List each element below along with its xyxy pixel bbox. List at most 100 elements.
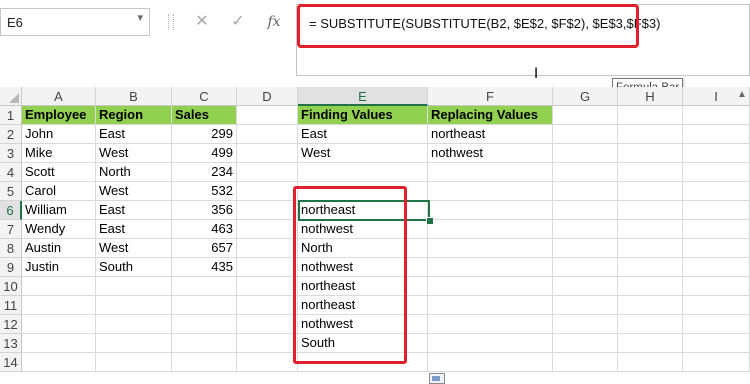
cell-a7[interactable]: Wendy — [22, 220, 96, 239]
cell-b14[interactable] — [96, 353, 172, 372]
cell-c8[interactable]: 657 — [172, 239, 237, 258]
cell-g7[interactable] — [553, 220, 618, 239]
name-box[interactable]: E6 ▾ — [0, 8, 150, 36]
cell-c1[interactable]: Sales — [172, 106, 237, 125]
column-header-d[interactable]: D — [237, 87, 298, 106]
cell-g10[interactable] — [553, 277, 618, 296]
row-header-6[interactable]: 6 — [0, 201, 22, 220]
cell-a11[interactable] — [22, 296, 96, 315]
cell-h13[interactable] — [618, 334, 683, 353]
row-header-7[interactable]: 7 — [0, 220, 22, 239]
cell-i7[interactable] — [683, 220, 750, 239]
cell-b4[interactable]: North — [96, 163, 172, 182]
cell-d2[interactable] — [237, 125, 298, 144]
cell-a10[interactable] — [22, 277, 96, 296]
cell-g2[interactable] — [553, 125, 618, 144]
cell-h12[interactable] — [618, 315, 683, 334]
cell-f1[interactable]: Replacing Values — [428, 106, 553, 125]
cell-d8[interactable] — [237, 239, 298, 258]
insert-function-icon[interactable]: fx — [262, 10, 286, 34]
fill-handle[interactable] — [426, 217, 434, 225]
cell-a1[interactable]: Employee — [22, 106, 96, 125]
row-header-14[interactable]: 14 — [0, 353, 22, 372]
cell-b1[interactable]: Region — [96, 106, 172, 125]
row-header-3[interactable]: 3 — [0, 144, 22, 163]
cell-e1[interactable]: Finding Values — [298, 106, 428, 125]
cell-d9[interactable] — [237, 258, 298, 277]
cell-b12[interactable] — [96, 315, 172, 334]
cell-c7[interactable]: 463 — [172, 220, 237, 239]
cell-d6[interactable] — [237, 201, 298, 220]
cell-b9[interactable]: South — [96, 258, 172, 277]
cell-b11[interactable] — [96, 296, 172, 315]
cell-i2[interactable] — [683, 125, 750, 144]
cell-b8[interactable]: West — [96, 239, 172, 258]
cell-b5[interactable]: West — [96, 182, 172, 201]
cell-h11[interactable] — [618, 296, 683, 315]
cell-a12[interactable] — [22, 315, 96, 334]
cell-g12[interactable] — [553, 315, 618, 334]
paste-options-icon[interactable] — [429, 373, 445, 384]
cell-g14[interactable] — [553, 353, 618, 372]
row-header-9[interactable]: 9 — [0, 258, 22, 277]
cell-b13[interactable] — [96, 334, 172, 353]
enter-icon[interactable]: ✓ — [226, 10, 250, 34]
cell-g5[interactable] — [553, 182, 618, 201]
row-header-2[interactable]: 2 — [0, 125, 22, 144]
cell-f2[interactable]: northeast — [428, 125, 553, 144]
column-header-a[interactable]: A — [22, 87, 96, 106]
cell-f11[interactable] — [428, 296, 553, 315]
cell-i5[interactable] — [683, 182, 750, 201]
cell-f8[interactable] — [428, 239, 553, 258]
cell-c6[interactable]: 356 — [172, 201, 237, 220]
cell-a13[interactable] — [22, 334, 96, 353]
cell-i6[interactable] — [683, 201, 750, 220]
cell-d5[interactable] — [237, 182, 298, 201]
cell-g9[interactable] — [553, 258, 618, 277]
cell-g13[interactable] — [553, 334, 618, 353]
cell-f5[interactable] — [428, 182, 553, 201]
cell-a3[interactable]: Mike — [22, 144, 96, 163]
row-header-11[interactable]: 11 — [0, 296, 22, 315]
cell-b3[interactable]: West — [96, 144, 172, 163]
cell-a5[interactable]: Carol — [22, 182, 96, 201]
cell-d14[interactable] — [237, 353, 298, 372]
cell-i10[interactable] — [683, 277, 750, 296]
cell-f13[interactable] — [428, 334, 553, 353]
column-header-h[interactable]: H — [618, 87, 683, 106]
cell-b2[interactable]: East — [96, 125, 172, 144]
cell-i4[interactable] — [683, 163, 750, 182]
cell-c2[interactable]: 299 — [172, 125, 237, 144]
formula-bar-grip[interactable] — [168, 14, 174, 30]
cell-i1[interactable] — [683, 106, 750, 125]
cell-i3[interactable] — [683, 144, 750, 163]
cell-h9[interactable] — [618, 258, 683, 277]
cell-e4[interactable] — [298, 163, 428, 182]
cell-h14[interactable] — [618, 353, 683, 372]
cancel-icon[interactable]: ✕ — [190, 10, 214, 34]
column-header-c[interactable]: C — [172, 87, 237, 106]
cell-b7[interactable]: East — [96, 220, 172, 239]
cell-b6[interactable]: East — [96, 201, 172, 220]
scroll-up-icon[interactable]: ▲ — [737, 89, 747, 100]
cell-d4[interactable] — [237, 163, 298, 182]
row-header-12[interactable]: 12 — [0, 315, 22, 334]
cell-f14[interactable] — [428, 353, 553, 372]
cell-f9[interactable] — [428, 258, 553, 277]
cell-h4[interactable] — [618, 163, 683, 182]
cell-h3[interactable] — [618, 144, 683, 163]
cell-h10[interactable] — [618, 277, 683, 296]
cell-f6[interactable] — [428, 201, 553, 220]
cell-a9[interactable]: Justin — [22, 258, 96, 277]
cell-g8[interactable] — [553, 239, 618, 258]
select-all-button[interactable] — [0, 87, 22, 106]
row-header-13[interactable]: 13 — [0, 334, 22, 353]
cell-i11[interactable] — [683, 296, 750, 315]
cell-f10[interactable] — [428, 277, 553, 296]
cell-h7[interactable] — [618, 220, 683, 239]
cell-g1[interactable] — [553, 106, 618, 125]
row-header-10[interactable]: 10 — [0, 277, 22, 296]
cell-h8[interactable] — [618, 239, 683, 258]
cell-h1[interactable] — [618, 106, 683, 125]
row-header-8[interactable]: 8 — [0, 239, 22, 258]
